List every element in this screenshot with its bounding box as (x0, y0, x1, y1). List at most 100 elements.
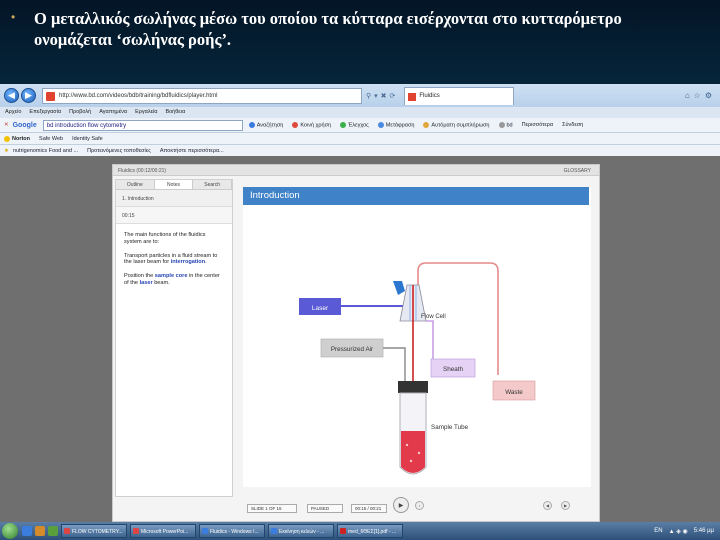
google-signin-button[interactable]: Σύνδεση (562, 122, 583, 128)
check-icon (340, 121, 347, 128)
browser-tab[interactable]: Fluidics (404, 86, 515, 105)
menu-favorites[interactable]: Αγαπημένα (99, 109, 127, 118)
bookmark-icon (498, 121, 505, 128)
player-title: Fluidics (00:12/00:21) (118, 168, 167, 174)
address-tools-icon[interactable]: ⚲▾✖⟳ (366, 92, 398, 100)
google-toolbar: ✕ Google bd introduction flow cytometry … (0, 118, 720, 133)
fluidics-diagram: Laser Flow Cell Sheath Waste Pressurized… (299, 262, 536, 475)
norton-toolbar: Norton Safe Web Identity Safe (0, 133, 720, 145)
bullet: • (11, 10, 16, 24)
back-button[interactable]: ◀ (4, 88, 19, 103)
menu-file[interactable]: Αρχείο (5, 109, 21, 118)
note-3: Position the sample core in the center o… (124, 273, 220, 286)
slide-stage: Introduction Laser Flow Cell Sheath Wast… (243, 187, 591, 487)
browser-toolbar-icons[interactable]: ⌂☆⚙ (685, 91, 716, 100)
google-autofill-button[interactable]: Αυτόματη συμπλήρωση (423, 121, 490, 128)
detector-icon (393, 281, 405, 295)
next-button[interactable]: ▶ (561, 501, 570, 510)
address-bar[interactable]: http://www.bd.com/videos/bdb/training/bd… (42, 87, 362, 104)
google-logo: Google (12, 121, 37, 129)
sample-tube-label: Sample Tube (431, 424, 469, 431)
clock[interactable]: 5:46 μμ (694, 528, 714, 534)
ie-icon (202, 528, 208, 534)
google-more-button[interactable]: Περισσότερα (522, 122, 553, 128)
tube-cap (398, 381, 428, 393)
flow-cell-label: Flow Cell (421, 314, 446, 320)
google-bd-button[interactable]: bd (498, 121, 513, 128)
task-powerpoint[interactable]: Microsoft PowerPoi... (130, 524, 196, 538)
forward-button[interactable]: ▶ (21, 88, 36, 103)
windows-taskbar: FLOW CYTOMETRY... Microsoft PowerPoi... … (0, 522, 720, 540)
norton-identity[interactable]: Identity Safe (72, 136, 103, 142)
language-indicator[interactable]: EN (654, 528, 662, 534)
favorite-link-3[interactable]: Αποκτήστε περισσότερα... (160, 148, 224, 154)
site-favicon-icon (46, 91, 55, 101)
google-search-input[interactable]: bd introduction flow cytometry (42, 119, 243, 131)
task-cells[interactable]: Εκκίνηση κελιών - ... (268, 524, 334, 538)
slide-counter: SLIDE 1 OF 15 (247, 504, 297, 513)
favorite-link-1[interactable]: nutrigenomics Food and ... (13, 148, 78, 154)
laser-label: Laser (312, 305, 329, 312)
menu-help[interactable]: Βοήθεια (165, 109, 185, 118)
system-tray: EN ▲ ◈ ◉ 5:46 μμ (654, 528, 720, 535)
air-line (383, 347, 406, 381)
folder-quicklaunch-icon[interactable] (35, 526, 45, 536)
volume-icon[interactable]: ♪ (415, 501, 424, 510)
ie-icon (271, 528, 277, 534)
start-button[interactable] (2, 523, 18, 539)
pdf-icon (340, 528, 346, 534)
norton-menu[interactable]: Norton (12, 136, 30, 142)
ie-quicklaunch-icon[interactable] (22, 526, 32, 536)
task-flow-cytometry[interactable]: FLOW CYTOMETRY... (61, 524, 127, 538)
menu-tools[interactable]: Εργαλεία (135, 109, 157, 118)
playback-time: 00:15 / 00:21 (351, 504, 387, 513)
course-player: Fluidics (00:12/00:21) GLOSSARY Outline … (112, 164, 600, 522)
sample-fluid (401, 431, 425, 473)
tab-search[interactable]: Search (193, 180, 233, 189)
glossary-link[interactable]: GLOSSARY (564, 168, 591, 174)
pane-tabs: Outline Notes Search (116, 180, 233, 190)
task-fluidics[interactable]: Fluidics - Windows I... (199, 524, 265, 538)
player-controls: SLIDE 1 OF 15 PAUSED 00:15 / 00:21 ▶ ♪ ◀… (243, 495, 591, 519)
slide-title: • Ο μεταλλικός σωλήνας μέσω του οποίου τ… (0, 0, 720, 84)
tab-label: Fluidics (419, 92, 440, 99)
task-pdf[interactable]: med_6ΘΕΣ[1].pdf - ... (337, 524, 403, 538)
powerpoint-icon (64, 528, 70, 534)
google-share-button[interactable]: Κοινή χρήση (292, 121, 331, 128)
browser-window: ◀ ▶ http://www.bd.com/videos/bdb/trainin… (0, 84, 720, 540)
waste-label: Waste (505, 389, 523, 396)
section-time: 00:15 (116, 207, 232, 224)
menu-edit[interactable]: Επεξεργασία (29, 109, 61, 118)
translate-icon (377, 121, 384, 128)
norton-safeweb[interactable]: Safe Web (39, 136, 63, 142)
stage-title: Introduction (243, 187, 589, 205)
play-button[interactable]: ▶ (393, 497, 409, 513)
note-1: The main functions of the fluidics syste… (124, 232, 206, 245)
norton-icon (4, 135, 10, 142)
note-2: Transport particles in a fluid stream to… (124, 252, 218, 266)
menu-bar: Αρχείο Επεξεργασία Προβολή Αγαπημένα Εργ… (0, 107, 720, 118)
address-text: http://www.bd.com/videos/bdb/training/bd… (59, 92, 218, 99)
notes-text: The main functions of the fluidics syste… (116, 224, 232, 302)
tab-notes[interactable]: Notes (154, 180, 194, 189)
prev-button[interactable]: ◀ (543, 501, 552, 510)
tray-icons[interactable]: ▲ ◈ ◉ (669, 528, 688, 535)
google-translate-button[interactable]: Μετάφραση (377, 121, 414, 128)
player-header: Fluidics (00:12/00:21) GLOSSARY (113, 165, 599, 176)
pressurized-air-label: Pressurized Air (331, 346, 373, 353)
favorite-link-2[interactable]: Προτεινόμενες τοποθεσίες (87, 148, 151, 154)
slide-text: Ο μεταλλικός σωλήνας μέσω του οποίου τα … (34, 9, 622, 49)
browser-titlebar: ◀ ▶ http://www.bd.com/videos/bdb/trainin… (0, 84, 720, 107)
google-search-button[interactable]: Αναζήτηση (248, 121, 283, 128)
left-pane: Outline Notes Search 1. Introduction 00:… (115, 179, 233, 497)
tab-favicon-icon (408, 92, 417, 101)
favorites-star-icon[interactable]: ★ (4, 148, 9, 154)
sheath-label: Sheath (443, 366, 463, 373)
page-viewport: Fluidics (00:12/00:21) GLOSSARY Outline … (0, 156, 720, 522)
google-check-button[interactable]: Έλεγχος (340, 121, 369, 128)
share-icon (292, 121, 299, 128)
menu-view[interactable]: Προβολή (69, 109, 91, 118)
close-toolbar-icon[interactable]: ✕ (4, 122, 9, 128)
media-quicklaunch-icon[interactable] (48, 526, 58, 536)
tab-outline[interactable]: Outline (116, 180, 155, 189)
